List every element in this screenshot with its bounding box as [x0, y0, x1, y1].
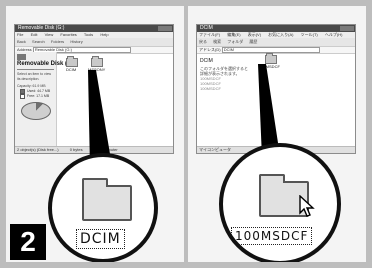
window-title: DCIM — [200, 25, 213, 31]
title-bar: DCIM — [197, 25, 355, 32]
toolbar: Back Search Folders History — [15, 38, 173, 47]
mouse-pointer-icon — [299, 195, 315, 217]
search-button[interactable]: 検索 — [213, 39, 221, 44]
folders-button[interactable]: フォルダ — [227, 39, 243, 44]
pane-title: Removable Disk (G:) — [17, 61, 76, 67]
step-number-badge: 2 — [10, 224, 46, 260]
list-heading: DCIM — [200, 58, 213, 64]
magnified-folder-label: DCIM — [76, 229, 125, 249]
free-text: Free: 17.1 MB — [27, 93, 50, 98]
explorer-window-left: Removable Disk (G:) File Edit View Favor… — [14, 24, 174, 154]
folder-description: DCIM このフォルダを選択すると 詳細が表示されます。 100MSDCF 10… — [200, 58, 248, 92]
pane-description: Select an item to view its description. — [17, 72, 52, 81]
right-panel: DCIM ファイル(F) 編集(E) 表示(V) お気に入り(A) ツール(T)… — [188, 6, 366, 262]
100msdcf-folder-icon[interactable] — [265, 53, 277, 64]
dcim-folder-label[interactable]: DCIM — [66, 67, 76, 72]
dcim-folder-icon[interactable] — [66, 56, 78, 67]
status-location: My Computer — [93, 147, 118, 152]
status-size: 0 bytes — [69, 147, 83, 152]
explorer-window-right: DCIM ファイル(F) 編集(E) 表示(V) お気に入り(A) ツール(T)… — [196, 24, 356, 154]
file-area: DCIM MSSONY — [61, 54, 173, 146]
drive-icon — [17, 54, 26, 60]
window-controls[interactable] — [158, 26, 172, 31]
search-button[interactable]: Search — [32, 39, 45, 44]
back-button[interactable]: 戻る — [199, 39, 207, 44]
status-objects: 2 object(s) (Disk free...) — [17, 147, 59, 152]
status-bar: 2 object(s) (Disk free...) 0 bytes My Co… — [15, 146, 173, 153]
menu-view[interactable]: View — [45, 32, 54, 37]
free-swatch — [20, 93, 25, 99]
mssony-folder-label[interactable]: MSSONY — [88, 67, 105, 72]
magnified-folder-label: 100MSDCF — [231, 227, 313, 245]
list-line: 100MSDCF — [200, 86, 221, 91]
menu-tools[interactable]: Tools — [84, 32, 93, 37]
menu-help[interactable]: ヘルプ(H) — [325, 32, 343, 37]
title-bar: Removable Disk (G:) — [15, 25, 173, 32]
menu-file[interactable]: ファイル(F) — [199, 32, 220, 37]
magnifier-circle: 100MSDCF — [219, 143, 341, 262]
menu-favorites[interactable]: Favorites — [60, 32, 76, 37]
disk-usage-pie — [20, 101, 51, 120]
mssony-folder-icon[interactable] — [91, 56, 103, 67]
toolbar: 戻る 検索 フォルダ 履歴 — [197, 38, 355, 47]
folder-icon — [82, 178, 132, 221]
menu-favorites[interactable]: お気に入り(A) — [268, 32, 293, 37]
history-button[interactable]: 履歴 — [249, 39, 257, 44]
menu-tools[interactable]: ツール(T) — [301, 32, 318, 37]
status-location: マイコンピュータ — [199, 147, 231, 152]
free-legend: Free: 17.1 MB — [20, 93, 54, 99]
back-button[interactable]: Back — [17, 39, 26, 44]
menu-view[interactable]: 表示(V) — [248, 32, 261, 37]
menu-edit[interactable]: 編集(E) — [227, 32, 240, 37]
window-controls[interactable] — [340, 26, 354, 31]
menu-edit[interactable]: Edit — [31, 32, 38, 37]
folders-button[interactable]: Folders — [51, 39, 64, 44]
magnifier-circle: DCIM — [48, 153, 158, 262]
address-bar: アドレス(D) DCIM — [197, 47, 355, 54]
100msdcf-folder-label[interactable]: 100MSDCF — [259, 64, 280, 69]
menu-help[interactable]: Help — [100, 32, 108, 37]
divider — [17, 69, 54, 70]
window-title: Removable Disk (G:) — [18, 25, 65, 31]
history-button[interactable]: History — [70, 39, 82, 44]
details-pane: Removable Disk (G:) Select an item to vi… — [15, 52, 76, 146]
menu-file[interactable]: File — [17, 32, 23, 37]
address-label: アドレス(D) — [199, 47, 221, 53]
